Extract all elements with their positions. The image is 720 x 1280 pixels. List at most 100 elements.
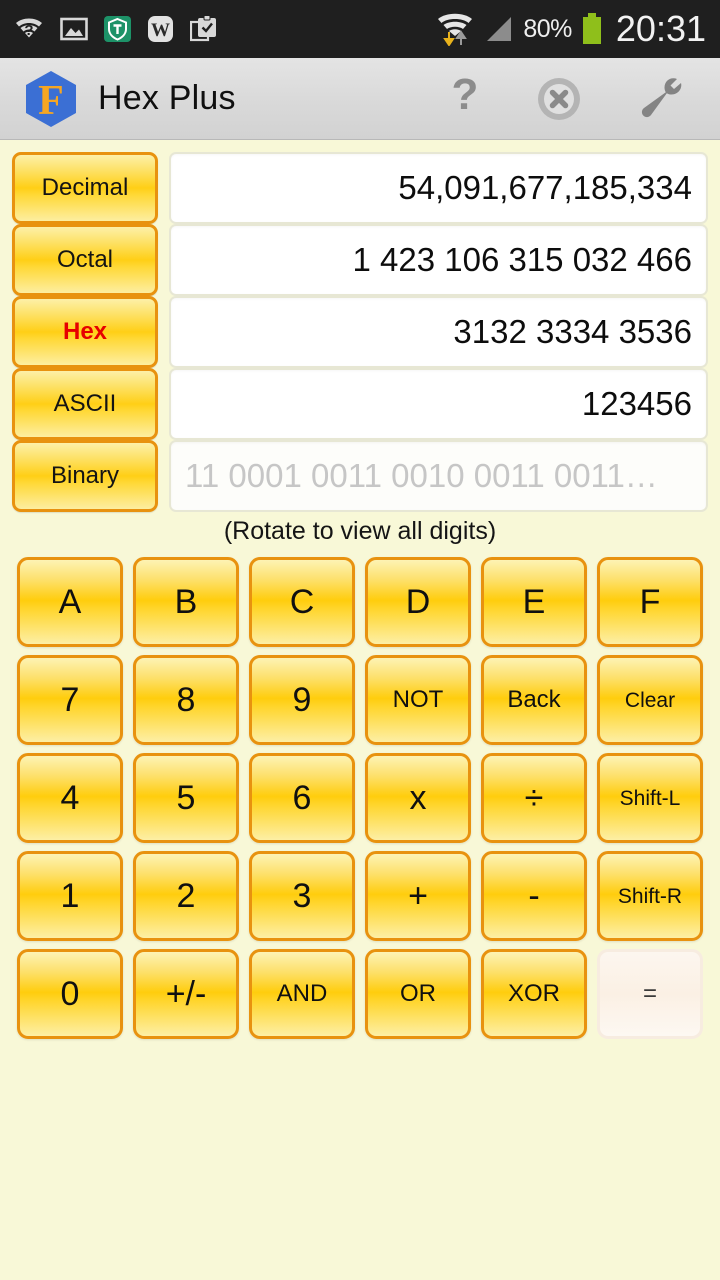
key-1[interactable]: 1 bbox=[17, 851, 123, 941]
shield-t-icon bbox=[104, 15, 131, 43]
key-0[interactable]: 0 bbox=[17, 949, 123, 1039]
key-label: B bbox=[175, 585, 198, 619]
key-label: + bbox=[408, 879, 428, 913]
key-4[interactable]: 4 bbox=[17, 753, 123, 843]
key-equals: = bbox=[597, 949, 703, 1039]
mode-button-hex[interactable]: Hex bbox=[12, 296, 158, 368]
question-mark-icon[interactable]: ? bbox=[448, 75, 482, 123]
key-label: 8 bbox=[177, 683, 196, 717]
key-a[interactable]: A bbox=[17, 557, 123, 647]
key-label: A bbox=[59, 585, 82, 619]
key-label: - bbox=[528, 879, 539, 913]
key-label: F bbox=[640, 585, 661, 619]
battery-icon bbox=[581, 13, 603, 45]
w-app-icon: W bbox=[147, 15, 174, 43]
key-plus[interactable]: + bbox=[365, 851, 471, 941]
wifi-question-icon: ? bbox=[14, 16, 44, 42]
value-field-decimal[interactable]: 54,091,677,185,334 bbox=[169, 152, 708, 224]
key-xor[interactable]: XOR bbox=[481, 949, 587, 1039]
key-9[interactable]: 9 bbox=[249, 655, 355, 745]
key-or[interactable]: OR bbox=[365, 949, 471, 1039]
conversion-row: ASCII123456 bbox=[12, 368, 708, 440]
value-field-binary[interactable]: 11 0001 0011 0010 0011 0011… bbox=[169, 440, 708, 512]
key-multiply[interactable]: x bbox=[365, 753, 471, 843]
key-label: ÷ bbox=[525, 781, 544, 815]
conversion-row: Binary11 0001 0011 0010 0011 0011… bbox=[12, 440, 708, 512]
key-label: XOR bbox=[508, 982, 560, 1006]
conversion-row: Decimal54,091,677,185,334 bbox=[12, 152, 708, 224]
mode-button-ascii[interactable]: ASCII bbox=[12, 368, 158, 440]
key-label: +/- bbox=[166, 977, 207, 1011]
key-8[interactable]: 8 bbox=[133, 655, 239, 745]
gallery-icon bbox=[60, 16, 88, 42]
svg-text:W: W bbox=[151, 20, 170, 41]
wifi-transfer-icon bbox=[435, 12, 475, 46]
key-back[interactable]: Back bbox=[481, 655, 587, 745]
value-field-octal[interactable]: 1 423 106 315 032 466 bbox=[169, 224, 708, 296]
key-6[interactable]: 6 bbox=[249, 753, 355, 843]
key-and[interactable]: AND bbox=[249, 949, 355, 1039]
key-e[interactable]: E bbox=[481, 557, 587, 647]
key-label: Shift-R bbox=[618, 886, 682, 907]
value-field-hex[interactable]: 3132 3334 3536 bbox=[169, 296, 708, 368]
key-label: Shift-L bbox=[620, 788, 681, 809]
key-label: D bbox=[406, 585, 431, 619]
keypad-row: 4 5 6 x ÷ Shift-L bbox=[12, 749, 708, 847]
key-label: NOT bbox=[393, 688, 444, 712]
svg-text:?: ? bbox=[452, 75, 479, 119]
mode-button-decimal[interactable]: Decimal bbox=[12, 152, 158, 224]
key-b[interactable]: B bbox=[133, 557, 239, 647]
key-label: = bbox=[643, 982, 657, 1006]
keypad-row: A B C D E F bbox=[12, 553, 708, 651]
key-f[interactable]: F bbox=[597, 557, 703, 647]
key-c[interactable]: C bbox=[249, 557, 355, 647]
mode-button-octal[interactable]: Octal bbox=[12, 224, 158, 296]
app-bar-actions: ? bbox=[448, 75, 702, 123]
key-clear[interactable]: Clear bbox=[597, 655, 703, 745]
conversion-row: Octal1 423 106 315 032 466 bbox=[12, 224, 708, 296]
cellular-signal-icon bbox=[484, 14, 514, 44]
key-sign[interactable]: +/- bbox=[133, 949, 239, 1039]
svg-text:?: ? bbox=[24, 22, 33, 39]
key-minus[interactable]: - bbox=[481, 851, 587, 941]
key-label: 7 bbox=[61, 683, 80, 717]
battery-percent-label: 80% bbox=[523, 15, 572, 44]
key-label: 2 bbox=[177, 879, 196, 913]
key-shift-right[interactable]: Shift-R bbox=[597, 851, 703, 941]
key-label: 1 bbox=[61, 879, 80, 913]
key-d[interactable]: D bbox=[365, 557, 471, 647]
key-2[interactable]: 2 bbox=[133, 851, 239, 941]
key-label: 4 bbox=[61, 781, 80, 815]
key-shift-left[interactable]: Shift-L bbox=[597, 753, 703, 843]
keypad-row: 0 +/- AND OR XOR = bbox=[12, 945, 708, 1043]
status-bar-notification-icons: ? W bbox=[14, 15, 218, 43]
key-label: 3 bbox=[293, 879, 312, 913]
key-label: x bbox=[410, 781, 427, 815]
key-label: 0 bbox=[61, 977, 80, 1011]
hex-plus-logo-icon: F bbox=[22, 68, 80, 130]
calculator-body: Decimal54,091,677,185,334Octal1 423 106 … bbox=[0, 140, 720, 1280]
keypad: A B C D E F 7 8 9 NOT Back Clear 4 5 6 x ÷ Shift-L 1 2 3 + - Sh… bbox=[12, 553, 708, 1043]
app-title-bar: F Hex Plus ? bbox=[0, 58, 720, 140]
key-5[interactable]: 5 bbox=[133, 753, 239, 843]
keypad-row: 7 8 9 NOT Back Clear bbox=[12, 651, 708, 749]
wrench-icon[interactable] bbox=[636, 76, 686, 122]
app-title: Hex Plus bbox=[98, 79, 236, 118]
key-label: 5 bbox=[177, 781, 196, 815]
keypad-row: 1 2 3 + - Shift-R bbox=[12, 847, 708, 945]
clipboard-check-icon bbox=[190, 15, 218, 43]
rotate-hint-label: (Rotate to view all digits) bbox=[12, 517, 708, 547]
key-7[interactable]: 7 bbox=[17, 655, 123, 745]
android-status-bar: ? W bbox=[0, 0, 720, 58]
key-divide[interactable]: ÷ bbox=[481, 753, 587, 843]
conversion-row: Hex3132 3334 3536 bbox=[12, 296, 708, 368]
key-label: Clear bbox=[625, 690, 675, 711]
key-label: Back bbox=[507, 688, 560, 712]
key-not[interactable]: NOT bbox=[365, 655, 471, 745]
mode-button-binary[interactable]: Binary bbox=[12, 440, 158, 512]
close-circle-icon[interactable] bbox=[536, 76, 582, 122]
key-3[interactable]: 3 bbox=[249, 851, 355, 941]
svg-text:F: F bbox=[38, 78, 64, 124]
key-label: OR bbox=[400, 982, 436, 1006]
value-field-ascii[interactable]: 123456 bbox=[169, 368, 708, 440]
